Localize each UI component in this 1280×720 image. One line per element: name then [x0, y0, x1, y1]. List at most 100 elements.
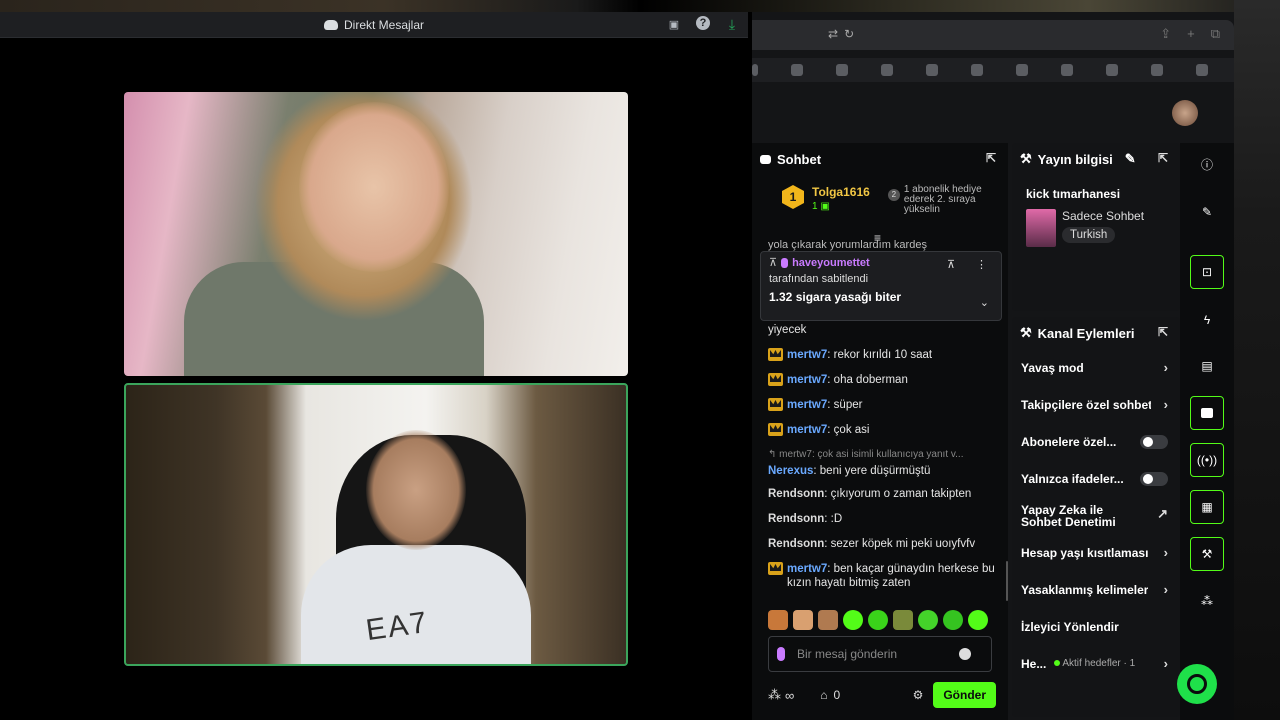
chevron-down-icon[interactable]: ⌄: [980, 296, 989, 309]
chat-messages: yiyecek mertw7: rekor kırıldı 10 saat me…: [768, 323, 996, 601]
chat-bubble-icon: [760, 154, 771, 164]
popout-icon[interactable]: ⇱: [1158, 151, 1168, 165]
action-slow-mode[interactable]: Yavaş mod ›: [1012, 349, 1180, 386]
pin-icon: ⊼: [769, 257, 778, 269]
bookmark-icon[interactable]: [1106, 64, 1118, 76]
bookmark-icon[interactable]: [971, 64, 983, 76]
clip-icon[interactable]: ⊡: [1190, 255, 1224, 289]
bookmark-icon[interactable]: [881, 64, 893, 76]
gift-prompt: 2 1 abonelik hediye ederek 2. sıraya yük…: [887, 185, 1000, 225]
wrench-icon[interactable]: ⚒: [1190, 537, 1224, 571]
action-ai-moderation[interactable]: Yapay Zeka ile Sohbet Denetimi ↗: [1012, 497, 1180, 534]
info-icon[interactable]: ⓘ: [1190, 147, 1224, 181]
bookmark-icon[interactable]: [836, 64, 848, 76]
more-options-icon[interactable]: ⋮: [976, 258, 987, 271]
unpin-icon[interactable]: ⊼: [947, 258, 955, 271]
chat-settings-icon[interactable]: ⚙: [913, 688, 924, 702]
message-username[interactable]: mertw7: [787, 374, 827, 386]
edit-icon[interactable]: ✎: [1125, 151, 1136, 167]
message-text: : rekor kırıldı 10 saat: [827, 349, 933, 361]
action-followers-only[interactable]: Takipçilere özel sohbet ›: [1012, 386, 1180, 423]
action-goals[interactable]: He... Aktif hedefler · 1 ›: [1012, 645, 1180, 682]
message-text: : süper: [827, 399, 863, 411]
points-display[interactable]: ⁂ ∞: [768, 687, 794, 703]
video-tile-1[interactable]: [124, 92, 628, 376]
emoji-icon[interactable]: [959, 648, 971, 660]
emote-icon[interactable]: [968, 610, 988, 630]
bookmark-icon[interactable]: [1016, 64, 1028, 76]
action-banned-words[interactable]: Yasaklanmış kelimeler ›: [1012, 571, 1180, 608]
translate-icon[interactable]: ⇄: [828, 27, 838, 41]
message-username[interactable]: mertw7: [787, 399, 827, 411]
download-icon[interactable]: ⤓: [724, 16, 740, 32]
chat-input-box[interactable]: [768, 636, 992, 672]
emote-icon[interactable]: [868, 610, 888, 630]
leaderboard[interactable]: 1 Tolga1616 1 ▣ 2 1 abonelik hediye eder…: [752, 175, 1008, 225]
external-link-icon: ↗: [1157, 506, 1168, 521]
rank-badge: 1: [782, 185, 804, 209]
message-username[interactable]: mertw7: [787, 349, 827, 361]
url-bar[interactable]: ⇄ ↻ ⇪ + ⧉: [752, 20, 1234, 50]
stream-info-card: ⚒ Yayın bilgisi ✎ ⇱ kick tımarhanesi Sad…: [1012, 143, 1180, 311]
pinned-username[interactable]: haveyoumettet: [792, 257, 870, 269]
message-username[interactable]: Rendsonn: [768, 513, 824, 525]
screenshare-icon[interactable]: ▣: [666, 16, 682, 32]
chat-icon[interactable]: [1190, 396, 1224, 430]
bookmark-icon[interactable]: [1061, 64, 1073, 76]
action-viewer-redirect[interactable]: İzleyici Yönlendir: [1012, 608, 1180, 645]
message-username[interactable]: Rendsonn: [768, 488, 824, 500]
top-strip: [0, 0, 1280, 12]
popout-icon[interactable]: ⇱: [986, 151, 996, 165]
emote-icon[interactable]: [843, 610, 863, 630]
bookmark-icon[interactable]: [1151, 64, 1163, 76]
reply-context: ↰ mertw7: çok asi isimli kullanıcıya yan…: [768, 449, 964, 460]
reload-icon[interactable]: ↻: [844, 27, 854, 41]
message-text: : oha doberman: [827, 374, 908, 386]
chevron-right-icon: ›: [1163, 397, 1168, 412]
mic-icon[interactable]: [777, 647, 785, 661]
notes-icon[interactable]: ▤: [1190, 349, 1224, 383]
broadcast-icon[interactable]: ((•)): [1190, 443, 1224, 477]
edit-icon[interactable]: ✎: [1190, 195, 1224, 229]
emotes-only-toggle[interactable]: [1140, 472, 1168, 486]
emote-icon[interactable]: [918, 610, 938, 630]
message-username[interactable]: Rendsonn: [768, 538, 824, 550]
chat-scrollbar[interactable]: [1006, 561, 1008, 601]
chat-header: Sohbet ⇱: [752, 143, 1008, 175]
user-avatar[interactable]: [1172, 100, 1198, 126]
discord-logo-icon: [323, 19, 338, 30]
emote-icon[interactable]: [768, 610, 788, 630]
bookmark-icon[interactable]: [752, 64, 758, 76]
help-icon[interactable]: ?: [696, 16, 710, 30]
share-icon[interactable]: ⇪: [1160, 26, 1171, 42]
emote-icon[interactable]: [893, 610, 913, 630]
chat-input[interactable]: [797, 647, 947, 661]
action-emotes-only[interactable]: Yalnızca ifadeler...: [1012, 460, 1180, 497]
tabs-overview-icon[interactable]: ⧉: [1211, 26, 1220, 42]
kick-points-icon: ⁂: [768, 687, 781, 702]
video-tile-2[interactable]: EA7: [124, 383, 628, 666]
message-username[interactable]: mertw7: [787, 563, 827, 575]
bolt-icon[interactable]: ϟ: [1190, 303, 1224, 337]
action-account-age[interactable]: Hesap yaşı kısıtlaması ›: [1012, 534, 1180, 571]
action-subscribers-only[interactable]: Abonelere özel...: [1012, 423, 1180, 460]
bookmark-icon[interactable]: [1196, 64, 1208, 76]
message-username[interactable]: mertw7: [787, 424, 827, 436]
layout-icon[interactable]: ▦: [1190, 490, 1224, 524]
more-apps-icon[interactable]: ⁂: [1190, 584, 1224, 618]
emote-icon[interactable]: [793, 610, 813, 630]
popout-icon[interactable]: ⇱: [1158, 325, 1168, 339]
crown-badge-icon: [768, 398, 783, 411]
message-username[interactable]: Nerexus: [768, 465, 813, 477]
emote-icon[interactable]: [943, 610, 963, 630]
shop-display[interactable]: ⌂ 0: [820, 688, 840, 702]
pinned-message[interactable]: ⊼ haveyoumettet tarafından sabitlendi 1.…: [760, 251, 1002, 321]
emote-icon[interactable]: [818, 610, 838, 630]
new-tab-icon[interactable]: +: [1187, 26, 1195, 42]
support-button[interactable]: [1177, 664, 1217, 704]
bookmark-icon[interactable]: [791, 64, 803, 76]
send-button[interactable]: Gönder: [933, 682, 996, 708]
subscribers-only-toggle[interactable]: [1140, 435, 1168, 449]
bookmark-icon[interactable]: [926, 64, 938, 76]
chat-message: mertw7: süper: [768, 398, 996, 412]
